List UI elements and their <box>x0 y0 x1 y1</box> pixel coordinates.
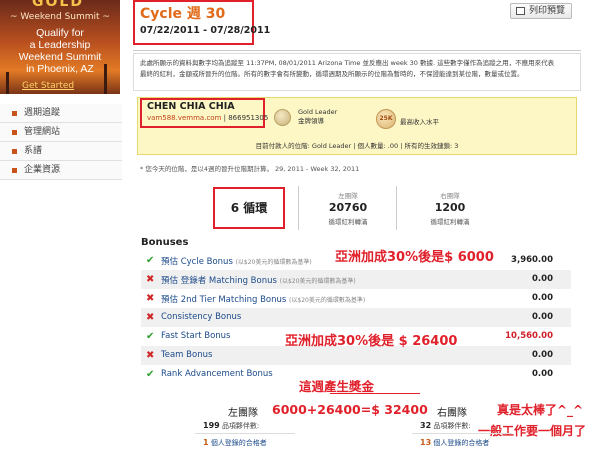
payee-status-line: 目前付款人的位階: Gold Leader | 個人數量: .00 | 所有的生… <box>255 142 459 150</box>
check-icon: ✔ <box>146 331 155 342</box>
divider <box>195 433 295 434</box>
cross-icon: ✖ <box>146 293 155 304</box>
left-team-sublabel: 循環紅利轉滿 <box>328 218 368 226</box>
member-name: CHEN CHIA CHIA <box>147 101 235 112</box>
right-team-label: 右團隊 <box>440 192 460 200</box>
get-started-link[interactable]: Get Started <box>22 81 74 91</box>
cross-icon: ✖ <box>146 350 155 361</box>
sidebar-item-cycle-tracking[interactable]: 週期追蹤 <box>0 104 122 123</box>
member-site-id: vam588.vemma.com | 866951305 <box>147 114 269 122</box>
bonus-row-2nd-tier-matching: ✖ 預估 2nd Tier Matching Bonus (以$20美元的循環數… <box>141 289 571 308</box>
annotation-fast-start: 亞洲加成30%後是 $ 26400 <box>285 334 458 349</box>
summit-promo-banner[interactable]: GOLD ~ Weekend Summit ~ Qualify for a Le… <box>0 0 120 94</box>
right-team-count: 32 品項夥伴數: <box>420 421 471 430</box>
sidebar-item-genealogy[interactable]: 系譜 <box>0 142 122 161</box>
cycles-count: 6 循環 <box>230 201 268 215</box>
check-icon: ✔ <box>146 255 155 266</box>
rank-footnote: * 您今天的位階，是以4週的晉升位階期計算。 29, 2011 - Week 3… <box>140 165 360 173</box>
bullet-icon <box>12 168 17 173</box>
printer-icon <box>516 7 525 15</box>
check-icon: ✔ <box>146 369 155 380</box>
left-team-qualified[interactable]: 1 個人登錄的合格者 <box>203 438 267 448</box>
bullet-icon <box>12 111 17 116</box>
right-team-sublabel: 循環紅利轉滿 <box>430 218 470 226</box>
rank-title: Gold Leader 金牌領導 <box>298 108 338 125</box>
member-id: 866951305 <box>228 114 269 122</box>
annotation-total: 6000+26400=$ 32400 <box>272 402 428 417</box>
right-team-volume: 1200 <box>434 201 466 214</box>
member-site-link[interactable]: vam588.vemma.com <box>147 114 221 122</box>
cross-icon: ✖ <box>146 312 155 323</box>
promo-gold-text: GOLD <box>32 0 84 10</box>
promo-text: Qualify for a Leadership Weekend Summit … <box>18 27 102 75</box>
cactus-silhouette <box>104 64 107 94</box>
annotation-cycle-bonus: 亞洲加成30%後是$ 6000 <box>335 250 494 265</box>
right-team-heading: 右團隊 <box>437 408 467 419</box>
left-team-volume: 20760 <box>328 201 368 214</box>
left-team-count: 199 品項夥伴數: <box>203 421 260 430</box>
divider <box>298 186 299 230</box>
annotation-comparison: 一般工作要一個月了 <box>478 424 587 438</box>
sidebar-item-resources[interactable]: 企業資源 <box>0 161 122 180</box>
sidebar-nav: 週期追蹤 管理網站 系譜 企業資源 <box>0 104 122 180</box>
income-level-badge-icon: 25K <box>376 109 396 129</box>
bullet-icon <box>12 149 17 154</box>
bonus-row-consistency: ✖ Consistency Bonus 0.00 <box>141 308 571 327</box>
promo-subtitle: ~ Weekend Summit ~ <box>10 12 110 22</box>
cactus-silhouette <box>6 72 9 94</box>
bonuses-heading: Bonuses <box>141 237 189 248</box>
bonus-row-enroller-matching: ✖ 預估 登錄者 Matching Bonus (以$20美元的循環數為基準) … <box>141 270 571 289</box>
sidebar-item-manage-site[interactable]: 管理網站 <box>0 123 122 142</box>
left-team-heading: 左團隊 <box>228 408 258 419</box>
cycle-date-range: 07/22/2011 - 07/28/2011 <box>140 25 271 36</box>
annotation-underline <box>330 393 420 394</box>
right-team-qualified[interactable]: 13 個人登錄的合格者 <box>420 438 489 448</box>
annotation-exclaim: 真是太棒了^_^ <box>497 403 584 417</box>
bullet-icon <box>12 130 17 135</box>
divider <box>133 50 581 51</box>
cross-icon: ✖ <box>146 274 155 285</box>
print-preview-button[interactable]: 列印預覽 <box>510 3 572 19</box>
income-level-label: 最高收入水平 <box>400 118 439 126</box>
divider <box>396 186 397 230</box>
gold-leader-medal-icon <box>274 109 291 126</box>
left-team-label: 左團隊 <box>338 192 358 200</box>
disclaimer-notice: 此處所顯示的資料與數字均為追蹤至 11:37PM, 08/01/2011 Ari… <box>133 53 581 91</box>
page-title: Cycle 週 30 <box>140 6 226 22</box>
divider <box>412 433 512 434</box>
